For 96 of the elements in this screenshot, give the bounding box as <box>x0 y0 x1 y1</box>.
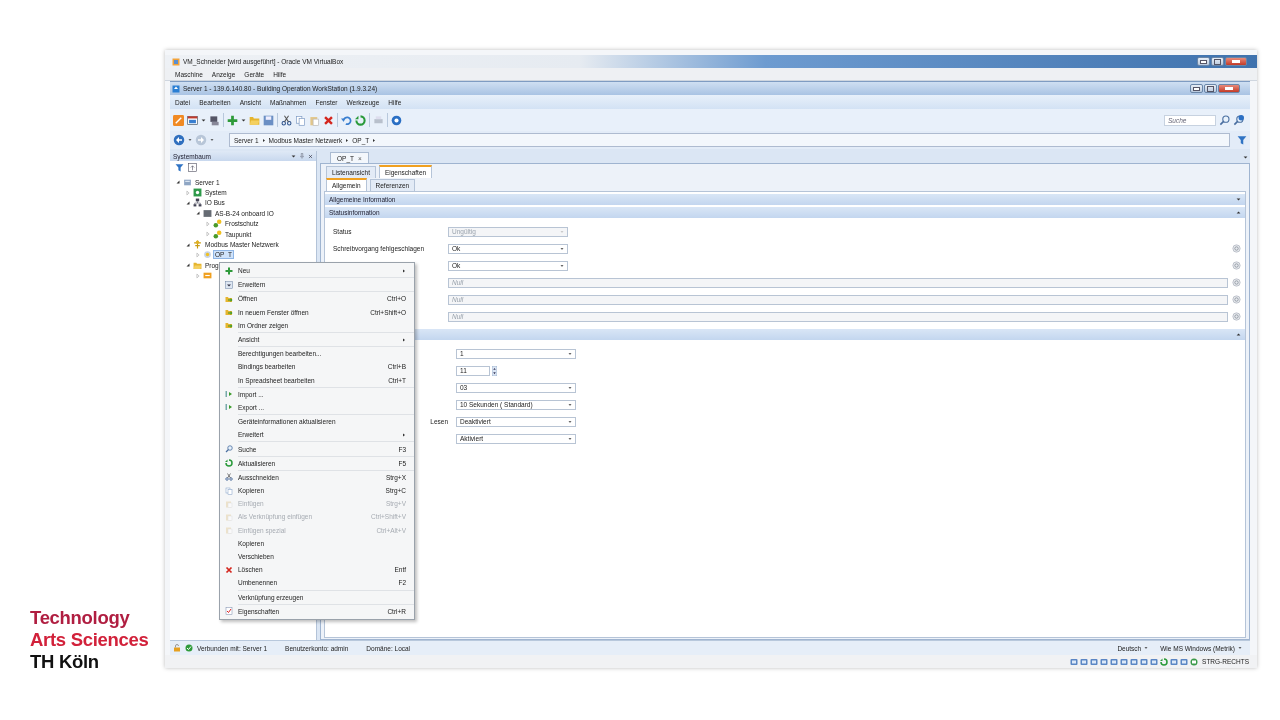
expand-toggle[interactable] <box>175 179 181 186</box>
add-icon <box>225 266 233 275</box>
close-icon[interactable] <box>308 153 313 159</box>
cut-icon <box>225 473 233 482</box>
expand-toggle[interactable] <box>195 251 201 258</box>
filter-icon[interactable] <box>175 163 184 172</box>
refresh-icon[interactable] <box>355 114 366 126</box>
dropdown-caret-icon[interactable] <box>241 117 246 123</box>
help-search-icon[interactable] <box>1233 114 1244 126</box>
dropdown-caret-icon[interactable] <box>210 138 214 142</box>
expand-toggle[interactable] <box>185 199 191 206</box>
paste-icon <box>225 526 233 535</box>
point-icon <box>213 219 222 229</box>
save-icon[interactable] <box>263 114 274 126</box>
folder-icon <box>193 260 202 270</box>
check-icon <box>185 644 193 652</box>
folder-arrow-icon <box>225 321 233 330</box>
collapse-caret-icon[interactable] <box>1236 197 1241 202</box>
expand-toggle[interactable] <box>195 210 201 217</box>
device-status-icon[interactable] <box>1140 657 1149 666</box>
dropdown-caret-icon[interactable] <box>291 153 296 159</box>
binding-icon[interactable] <box>1232 244 1241 253</box>
copy-icon <box>225 486 233 495</box>
folder-arrow-icon <box>225 308 233 317</box>
program-icon <box>203 271 212 281</box>
search-icon[interactable] <box>1219 114 1230 126</box>
binding-icon[interactable] <box>1232 261 1241 270</box>
point-icon <box>213 229 222 239</box>
dropdown-caret-icon <box>1238 646 1242 650</box>
device-status-icon[interactable] <box>1070 657 1079 666</box>
dropdown-caret-icon[interactable] <box>201 117 206 123</box>
device-status-icon[interactable] <box>1090 657 1099 666</box>
logo-text: Technology <box>30 607 131 629</box>
breadcrumb-arrow-icon[interactable] <box>261 137 266 143</box>
dropdown-caret-icon[interactable] <box>1243 154 1248 160</box>
window-icon[interactable] <box>187 114 198 126</box>
device-status-icon[interactable] <box>1080 657 1089 666</box>
device-status-icon[interactable] <box>1160 657 1169 666</box>
paste-icon <box>225 499 233 508</box>
network-icon <box>193 240 202 250</box>
minimize-button[interactable] <box>1190 84 1203 93</box>
expand-toggle[interactable] <box>205 231 211 238</box>
device-status-icon[interactable] <box>1120 657 1129 666</box>
delete-icon[interactable] <box>323 114 334 126</box>
spinner-buttons[interactable] <box>492 365 497 376</box>
breadcrumb-arrow-icon[interactable] <box>345 137 350 143</box>
expand-icon <box>225 280 233 289</box>
lock-icon <box>173 644 181 652</box>
device-status-icon[interactable] <box>1130 657 1139 666</box>
arrow-icon <box>225 403 233 412</box>
device-status-icon[interactable] <box>1100 657 1109 666</box>
delete-icon <box>225 565 233 574</box>
refresh-icon <box>225 459 233 468</box>
device-status-icon[interactable] <box>1110 657 1119 666</box>
folder-arrow-icon <box>225 294 233 303</box>
bus-icon <box>193 198 202 208</box>
close-button[interactable] <box>1218 84 1240 93</box>
collapse-caret-icon[interactable] <box>1236 210 1241 215</box>
device-status-icon[interactable] <box>1170 657 1179 666</box>
collapse-all-icon[interactable] <box>188 163 197 172</box>
expand-toggle[interactable] <box>185 241 191 248</box>
maximize-button[interactable] <box>1211 57 1224 66</box>
logo-text: TH Köln <box>30 651 100 673</box>
expand-toggle[interactable] <box>205 220 211 227</box>
add-icon[interactable] <box>227 114 238 126</box>
search-icon <box>225 445 233 454</box>
arrow-icon <box>225 390 233 399</box>
app-icon <box>172 57 180 66</box>
app-icon <box>172 84 180 93</box>
paste-icon <box>225 512 233 521</box>
device-icon <box>203 208 212 218</box>
server-icon <box>183 177 192 187</box>
brush-icon[interactable] <box>173 114 184 126</box>
filter-icon[interactable] <box>1237 135 1247 145</box>
expand-toggle[interactable] <box>185 189 191 196</box>
maximize-button[interactable] <box>1204 84 1217 93</box>
close-button[interactable] <box>1225 57 1247 66</box>
dropdown-caret-icon[interactable] <box>188 138 192 142</box>
expand-toggle[interactable] <box>195 272 201 279</box>
minimize-button[interactable] <box>1197 57 1210 66</box>
device-status-icon[interactable] <box>1180 657 1189 666</box>
help-icon[interactable] <box>391 114 402 126</box>
device-status-icon[interactable] <box>1150 657 1159 666</box>
properties-icon <box>225 607 233 616</box>
logo-text: Arts Sciences <box>30 629 150 651</box>
breadcrumb-arrow-icon[interactable] <box>372 137 377 143</box>
undo-icon[interactable] <box>341 114 352 126</box>
modbus-icon <box>203 250 212 260</box>
cut-icon[interactable] <box>281 114 292 126</box>
keyboard-icon[interactable] <box>1190 657 1199 666</box>
device-icon[interactable] <box>209 114 220 126</box>
back-icon[interactable] <box>173 134 185 146</box>
expand-toggle[interactable] <box>185 262 191 269</box>
pin-icon[interactable] <box>299 153 305 159</box>
collapse-caret-icon[interactable] <box>1236 332 1241 337</box>
system-icon <box>193 188 202 198</box>
